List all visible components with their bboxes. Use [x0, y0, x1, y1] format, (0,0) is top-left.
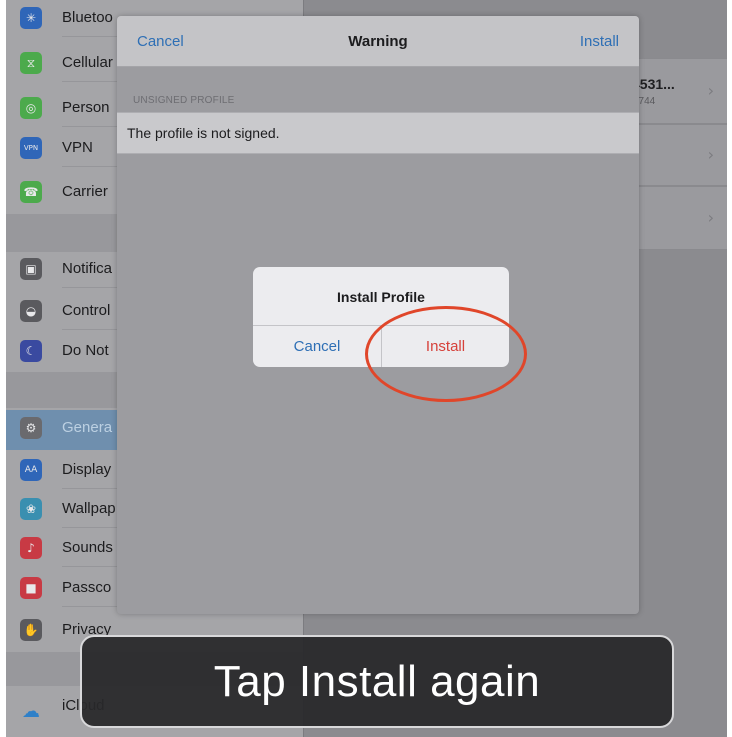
sidebar-item-label: Carrier [62, 183, 108, 200]
hand-icon: ✋ [20, 619, 42, 641]
sidebar-item-label: Genera [62, 419, 113, 436]
sidebar-item-label: VPN [62, 139, 93, 156]
sidebar-item-label: Do Not [62, 342, 109, 359]
section-text: The profile is not signed. [127, 125, 280, 141]
vpn-icon: VPN [20, 137, 42, 159]
install-profile-alert: Install Profile Cancel Install [253, 267, 509, 367]
sidebar-item-label: Wallpap [62, 500, 116, 517]
caption-text: Tap Install again [213, 656, 541, 706]
alert-title: Install Profile [337, 289, 425, 305]
alert-install-button[interactable]: Install [382, 326, 509, 367]
sidebar-item-label: Sounds [62, 539, 113, 556]
sidebar-item-label: Bluetoo [62, 9, 113, 26]
control-center-icon: ◒ [20, 300, 42, 322]
ipad-screen: ✳ Bluetoo ⧖ Cellular ◎ Person VPN VPN ☎ [6, 0, 727, 737]
personal-hotspot-icon: ◎ [20, 97, 42, 119]
gear-icon: ⚙ [20, 417, 42, 439]
section-header: UNSIGNED PROFILE [133, 95, 235, 106]
sheet-navbar: Cancel Warning Install [117, 16, 639, 67]
cellular-icon: ⧖ [20, 52, 42, 74]
sheet-install-button[interactable]: Install [580, 33, 619, 50]
display-icon: AA [20, 459, 42, 481]
sidebar-item-label: Passco [62, 579, 112, 596]
wallpaper-icon: ❀ [20, 498, 42, 520]
lock-icon: ■ [20, 577, 42, 599]
cloud-icon: ☁ [22, 700, 40, 722]
sidebar-item-label: Person [62, 99, 110, 116]
screenshot: ✳ Bluetoo ⧖ Cellular ◎ Person VPN VPN ☎ [0, 0, 732, 737]
phone-icon: ☎ [20, 181, 42, 203]
sounds-icon: ♪ [20, 537, 42, 559]
sidebar-item-label: Display [62, 461, 112, 478]
sidebar-item-label: Cellular [62, 54, 113, 71]
chevron-right-icon: › [707, 208, 714, 227]
sheet-title: Warning [348, 33, 408, 50]
sidebar-item-label: Notifica [62, 260, 113, 277]
section-cell: The profile is not signed. [117, 112, 639, 154]
notifications-icon: ▣ [20, 258, 42, 280]
chevron-right-icon: › [707, 81, 714, 100]
chevron-right-icon: › [707, 145, 714, 164]
sidebar-item-label: Control [62, 302, 111, 319]
alert-cancel-button[interactable]: Cancel [253, 326, 381, 367]
moon-icon: ☾ [20, 340, 42, 362]
bluetooth-icon: ✳ [20, 7, 42, 29]
caption-banner: Tap Install again [80, 635, 674, 728]
